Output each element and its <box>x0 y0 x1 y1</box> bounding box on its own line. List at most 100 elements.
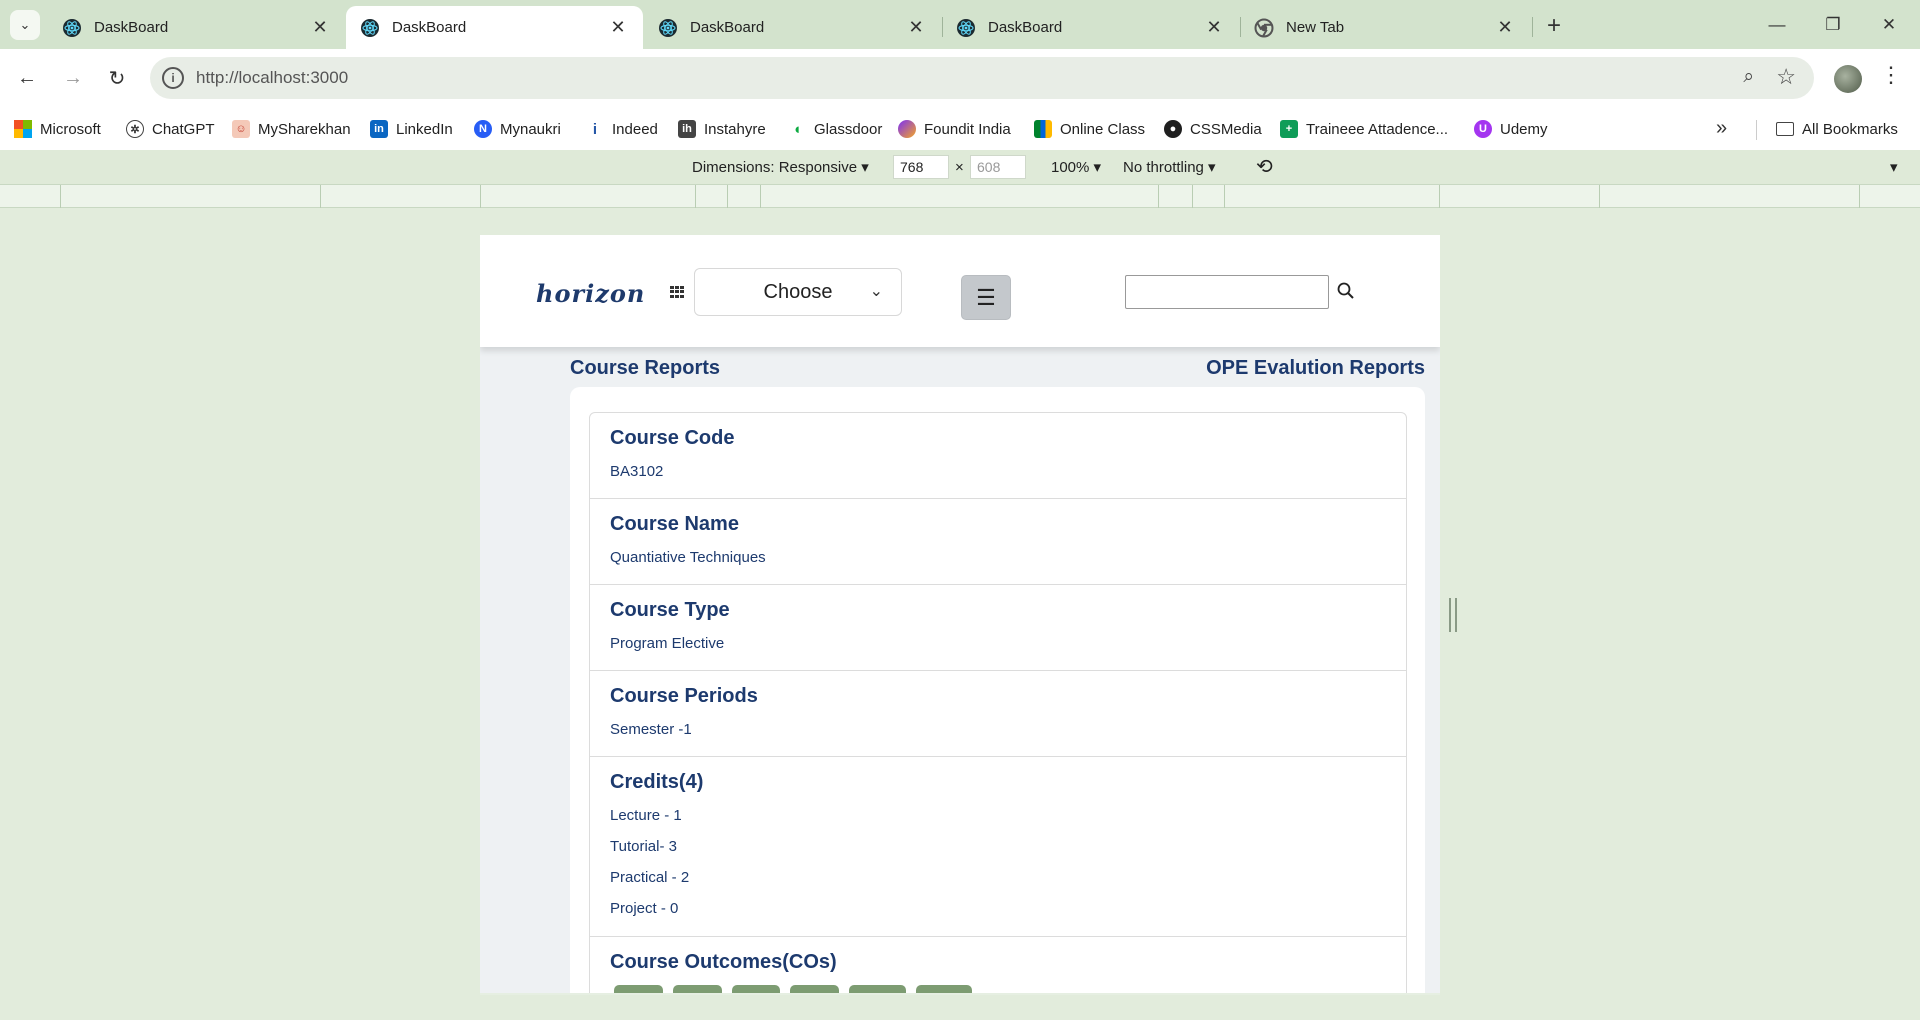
width-input[interactable]: 768 <box>893 155 949 179</box>
chevron-down-icon[interactable]: ▾ <box>1890 158 1898 176</box>
course-periods-value: Semester -1 <box>610 721 692 738</box>
bookmark-label: ChatGPT <box>152 120 215 138</box>
url-text[interactable]: http://localhost:3000 <box>196 68 348 88</box>
bookmark-linkedin[interactable]: in LinkedIn <box>370 118 453 140</box>
all-bookmarks[interactable]: All Bookmarks <box>1776 118 1898 140</box>
bookmark-label: Indeed <box>612 120 658 138</box>
bookmark-indeed[interactable]: i Indeed <box>586 118 658 140</box>
tab-2-active[interactable]: DaskBoard ✕ <box>346 6 643 49</box>
forward-icon[interactable]: → <box>56 61 90 95</box>
back-icon[interactable]: ← <box>10 61 44 95</box>
close-icon[interactable]: ✕ <box>1203 17 1225 39</box>
outcome-chip[interactable]: CO13 <box>915 985 973 993</box>
bookmark-microsoft[interactable]: Microsoft <box>14 118 101 140</box>
address-bar[interactable]: i http://localhost:3000 ⌕ ☆ <box>150 57 1814 99</box>
bookmark-glassdoor[interactable]: ◖ Glassdoor <box>788 118 882 140</box>
outcome-chips: CO1 CO2 CO4 CO7 CO10 CO13 <box>610 985 1386 993</box>
zoom-icon[interactable]: ⌕ <box>1743 66 1754 88</box>
dimensions-dropdown[interactable]: Dimensions: Responsive ▾ <box>692 158 869 176</box>
tab-title: DaskBoard <box>392 19 467 36</box>
throttling-label: No throttling <box>1123 159 1204 176</box>
bookmark-label: Glassdoor <box>814 120 883 138</box>
viewport-side-resize-handle[interactable] <box>1449 598 1457 632</box>
horizon-logo[interactable]: horizon <box>536 279 645 308</box>
credit-project: Project - 0 <box>610 900 679 917</box>
viewport-bottom-resize-bar[interactable]: ◢ <box>480 993 1440 995</box>
bookmark-label: Mynaukri <box>500 120 561 138</box>
outcome-chip[interactable]: CO7 <box>790 985 840 993</box>
course-code-row: Course Code BA3102 <box>590 413 1406 499</box>
tab-5[interactable]: New Tab ✕ <box>1240 6 1530 49</box>
profile-avatar[interactable] <box>1834 65 1862 93</box>
ruler-tick <box>1859 185 1860 208</box>
udemy-icon: U <box>1474 120 1492 138</box>
bookmark-cssmedia[interactable]: ● CSSMedia <box>1164 118 1262 140</box>
bookmark-chatgpt[interactable]: ✲ ChatGPT <box>126 118 215 140</box>
course-code-value: BA3102 <box>610 463 664 480</box>
course-name-value: Quantiative Techniques <box>610 549 766 566</box>
restore-icon[interactable]: ❐ <box>1810 10 1856 40</box>
bookmark-foundit[interactable]: Foundit India <box>898 118 1011 140</box>
search-input[interactable] <box>1125 275 1329 309</box>
bookmark-mysharekhan[interactable]: ☺ MySharekhan <box>232 118 351 140</box>
bookmark-star-icon[interactable]: ☆ <box>1776 64 1796 90</box>
bookmark-instahyre[interactable]: ih Instahyre <box>678 118 766 140</box>
choose-dropdown[interactable]: Choose ⌄ <box>694 268 902 316</box>
bookmark-udemy[interactable]: U Udemy <box>1474 118 1548 140</box>
tab-1[interactable]: DaskBoard ✕ <box>48 6 345 49</box>
outcome-chip[interactable]: CO1 <box>614 985 663 993</box>
ruler-tick <box>695 185 696 208</box>
zoom-dropdown[interactable]: 100% ▾ <box>1051 158 1101 176</box>
outcome-chip[interactable]: CO2 <box>672 985 722 993</box>
app-header: horizon Choose ⌄ ☰ <box>480 235 1440 347</box>
dimensions-label: Dimensions: Responsive <box>692 159 858 176</box>
bookmark-label: Instahyre <box>704 120 766 138</box>
close-icon[interactable]: ✕ <box>309 17 331 39</box>
chrome-icon <box>1254 18 1274 37</box>
mynaukri-icon: N <box>474 120 492 138</box>
new-tab-button[interactable]: + <box>1540 12 1568 40</box>
media-query-bar[interactable] <box>0 184 1920 208</box>
close-icon[interactable]: ✕ <box>1494 17 1516 39</box>
course-details-card: Course Code BA3102 Course Name Quantiati… <box>570 387 1425 993</box>
close-icon[interactable]: ✕ <box>905 17 927 39</box>
tab-3[interactable]: DaskBoard ✕ <box>644 6 941 49</box>
window-close-icon[interactable]: ✕ <box>1866 10 1912 40</box>
site-info-icon[interactable]: i <box>162 67 184 89</box>
ruler-tick <box>1158 185 1159 208</box>
more-menu-icon[interactable]: ⋮ <box>1880 62 1902 88</box>
bookmark-label: LinkedIn <box>396 120 453 138</box>
bookmark-mynaukri[interactable]: N Mynaukri <box>474 118 561 140</box>
height-input[interactable]: 608 <box>970 155 1026 179</box>
hamburger-menu-button[interactable]: ☰ <box>961 275 1011 320</box>
react-icon <box>957 18 975 37</box>
search-icon[interactable] <box>1336 281 1356 301</box>
course-reports-link[interactable]: Course Reports <box>570 357 720 380</box>
rotate-icon[interactable]: ⟲ <box>1256 154 1273 179</box>
browser-toolbar: ← → ↻ i http://localhost:3000 ⌕ ☆ ⋮ <box>0 49 1920 108</box>
throttling-dropdown[interactable]: No throttling ▾ <box>1123 158 1216 176</box>
indeed-icon: i <box>586 120 604 138</box>
ruler-tick <box>60 185 61 208</box>
course-type-heading: Course Type <box>610 599 730 621</box>
react-icon <box>63 18 81 37</box>
ruler-tick <box>480 185 481 208</box>
bookmark-online-class[interactable]: Online Class <box>1034 118 1145 140</box>
course-code-heading: Course Code <box>610 427 735 449</box>
minimize-icon[interactable]: — <box>1754 10 1800 40</box>
foundit-icon <box>898 120 916 138</box>
tab-4[interactable]: DaskBoard ✕ <box>942 6 1239 49</box>
chevron-double-right-icon[interactable]: » <box>1716 117 1727 140</box>
tab-title: DaskBoard <box>690 19 765 36</box>
bookmark-trainee-attendance[interactable]: + Traineee Attadence... <box>1280 118 1448 140</box>
tab-search-button[interactable]: ⌄ <box>10 10 40 40</box>
bookmarks-separator <box>1756 120 1757 140</box>
close-icon[interactable]: ✕ <box>607 17 629 39</box>
ope-evaluation-reports-link[interactable]: OPE Evalution Reports <box>1206 357 1425 380</box>
outcome-chip[interactable]: CO10 <box>849 985 906 993</box>
credits-row: Credits(4) Lecture - 1 Tutorial- 3 Pract… <box>590 757 1406 937</box>
tab-strip: ⌄ DaskBoard ✕ DaskBoard ✕ DaskBoard ✕ Da… <box>0 0 1920 49</box>
page-frame: horizon Choose ⌄ ☰ Course Reports OPE Ev… <box>480 235 1440 993</box>
reload-icon[interactable]: ↻ <box>100 61 134 95</box>
outcome-chip[interactable]: CO4 <box>731 985 781 993</box>
